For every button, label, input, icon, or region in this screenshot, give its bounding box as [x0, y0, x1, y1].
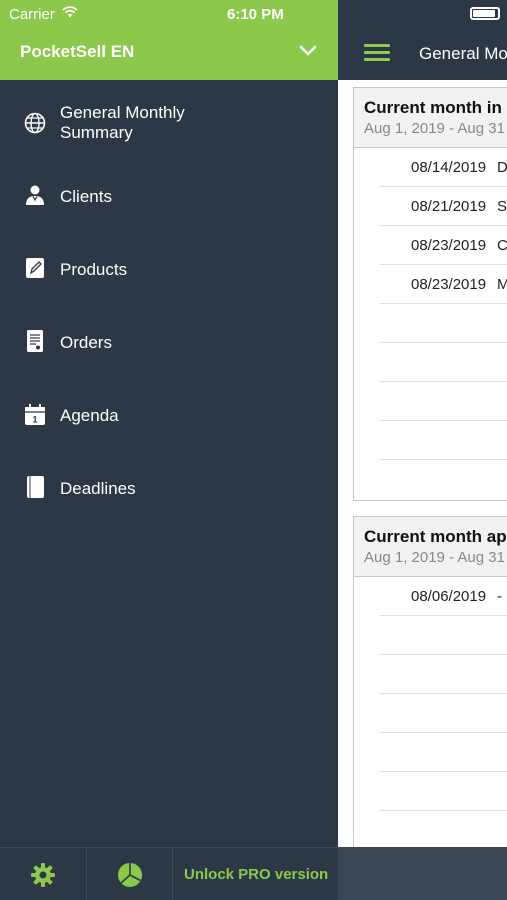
sidebar-item-agenda[interactable]: 1 Agenda	[0, 395, 338, 455]
card-header: Current month ap Aug 1, 2019 - Aug 31	[354, 517, 507, 577]
book-icon	[27, 476, 44, 498]
battery-icon	[470, 7, 500, 20]
item-desc: S	[497, 198, 507, 215]
sidebar-drawer: Carrier 6:10 PM PocketSell EN General Mo…	[0, 0, 338, 900]
list-item[interactable]: 08/06/2019 -	[379, 577, 507, 616]
empty-row	[379, 772, 507, 811]
status-bar-right	[338, 0, 507, 28]
chevron-down-icon[interactable]	[299, 44, 317, 58]
empty-row	[379, 304, 507, 343]
sidebar-item-label: Deadlines	[60, 479, 136, 498]
orders-card: Current month in Aug 1, 2019 - Aug 31 08…	[353, 87, 507, 501]
empty-row	[379, 460, 507, 499]
sidebar-item-label: Orders	[60, 333, 112, 352]
item-date: 08/06/2019	[411, 588, 487, 605]
main-navbar: General Mo	[338, 28, 507, 80]
sidebar-item-label-line2: Summary	[60, 123, 133, 142]
gear-icon	[31, 862, 55, 887]
sidebar-item-products[interactable]: Products	[0, 249, 338, 309]
svg-text:1: 1	[32, 415, 37, 425]
main-bottom-bar	[338, 847, 507, 900]
card-title: Current month ap	[364, 527, 507, 546]
main-content: Current month in Aug 1, 2019 - Aug 31 08…	[338, 80, 507, 856]
sidebar-item-label: General Monthly	[60, 103, 185, 122]
item-date: 08/14/2019	[411, 159, 487, 176]
sidebar-item-orders[interactable]: Orders	[0, 322, 338, 382]
clock-label: 6:10 PM	[227, 6, 284, 23]
empty-row	[379, 343, 507, 382]
card-title: Current month in	[364, 98, 502, 117]
sidebar-item-label: Agenda	[60, 406, 119, 425]
sidebar-item-clients[interactable]: Clients	[0, 176, 338, 236]
main-panel: General Mo Current month in Aug 1, 2019 …	[338, 0, 507, 900]
empty-row	[379, 694, 507, 733]
list-item[interactable]: 08/14/2019 D	[379, 148, 507, 187]
item-date: 08/23/2019	[411, 237, 487, 254]
edit-icon	[26, 258, 44, 278]
card-subtitle: Aug 1, 2019 - Aug 31	[364, 549, 505, 566]
person-icon	[26, 185, 44, 205]
sidebar-item-general-monthly-summary[interactable]: General Monthly Summary	[0, 100, 338, 162]
sidebar-footer: Unlock PRO version	[0, 847, 338, 900]
wifi-icon	[62, 6, 78, 18]
item-desc: D	[497, 159, 507, 176]
app-title: PocketSell EN	[20, 42, 135, 61]
globe-icon	[24, 112, 46, 134]
empty-row	[379, 655, 507, 694]
empty-row	[379, 382, 507, 421]
sidebar-item-label: Clients	[60, 187, 112, 206]
card-subtitle: Aug 1, 2019 - Aug 31	[364, 120, 505, 137]
empty-row	[379, 811, 507, 850]
list-item[interactable]: 08/23/2019 M	[379, 265, 507, 304]
unlock-pro-link[interactable]: Unlock PRO version	[184, 866, 328, 883]
charts-button[interactable]	[87, 848, 173, 900]
list-item[interactable]: 08/21/2019 S	[379, 187, 507, 226]
item-date: 08/23/2019	[411, 276, 487, 293]
carrier-label: Carrier	[9, 6, 55, 23]
empty-row	[379, 616, 507, 655]
sidebar-item-label: Products	[60, 260, 128, 279]
pie-chart-icon	[117, 862, 142, 887]
item-desc: -	[497, 588, 502, 605]
menu-toggle-icon[interactable]	[364, 44, 390, 62]
receipt-icon	[27, 330, 43, 352]
page-title: General Mo	[419, 44, 507, 63]
calendar-icon: 1	[25, 404, 45, 425]
card-header: Current month in Aug 1, 2019 - Aug 31	[354, 88, 507, 148]
list-item[interactable]: 08/23/2019 C	[379, 226, 507, 265]
settings-button[interactable]	[0, 848, 87, 900]
sidebar-item-deadlines[interactable]: Deadlines	[0, 468, 338, 528]
status-bar: Carrier 6:10 PM	[0, 0, 338, 28]
item-desc: C	[497, 237, 507, 254]
item-desc: M	[497, 276, 507, 293]
item-date: 08/21/2019	[411, 198, 487, 215]
app-switcher[interactable]: PocketSell EN	[0, 28, 338, 80]
appointments-card: Current month ap Aug 1, 2019 - Aug 31 08…	[353, 516, 507, 856]
empty-row	[379, 733, 507, 772]
empty-row	[379, 421, 507, 460]
